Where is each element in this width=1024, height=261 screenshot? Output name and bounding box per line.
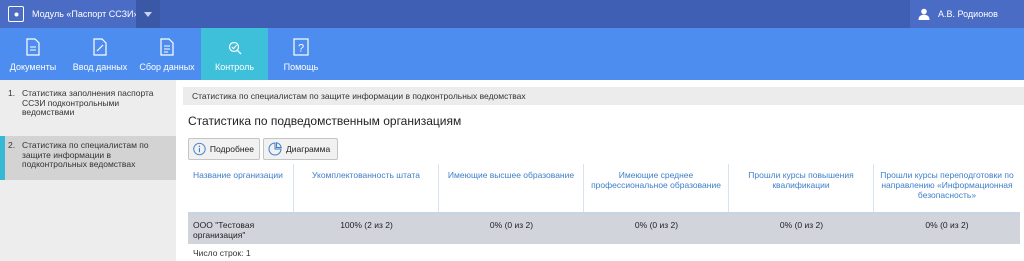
- row-count: Число строк: 1: [193, 248, 251, 258]
- svg-text:?: ?: [298, 43, 304, 55]
- tab-help[interactable]: ? Помощь: [269, 28, 333, 80]
- details-button-label: Подробнее: [209, 144, 254, 154]
- page-title: Статистика по подведомственным организац…: [188, 114, 462, 128]
- module-title: Модуль «Паспорт ССЗИ»: [32, 9, 139, 19]
- info-icon: [193, 142, 206, 156]
- details-button[interactable]: Подробнее: [188, 138, 260, 160]
- sidebar: 1. Статистика заполнения паспорта ССЗИ п…: [0, 80, 176, 261]
- tab-label: Документы: [9, 62, 57, 72]
- tab-control[interactable]: Контроль: [201, 28, 268, 80]
- table-cell: ООО "Тестовая организация": [193, 220, 255, 240]
- sidebar-item-label: Статистика по специалистам по защите инф…: [22, 140, 149, 169]
- chevron-down-icon[interactable]: [136, 0, 160, 28]
- tab-label: Контроль: [214, 62, 255, 72]
- table-header: Название организации Укомплектованность …: [188, 164, 1020, 212]
- table-cell: 0% (0 из 2): [925, 220, 969, 230]
- module-selector[interactable]: Модуль «Паспорт ССЗИ»: [0, 0, 160, 28]
- table-cell: 0% (0 из 2): [634, 220, 679, 230]
- table-cell: 0% (0 из 2): [779, 220, 824, 230]
- control-icon: [227, 37, 243, 57]
- column-header[interactable]: Имеющие высшее образование: [439, 164, 584, 212]
- module-logo-icon: [8, 6, 24, 22]
- help-icon: ?: [293, 37, 309, 57]
- top-bar: Модуль «Паспорт ССЗИ» А.В. Родионов: [0, 0, 1024, 28]
- sidebar-item-number: 2.: [8, 140, 16, 150]
- column-header[interactable]: Укомплектованность штата: [294, 164, 439, 212]
- tab-label: Сбор данных: [139, 62, 195, 72]
- breadcrumb: Статистика по специалистам по защите инф…: [183, 87, 1024, 105]
- table-row[interactable]: ООО "Тестовая организация" 100% (2 из 2)…: [188, 214, 1020, 244]
- sidebar-item-label: Статистика заполнения паспорта ССЗИ подк…: [22, 88, 154, 117]
- column-header[interactable]: Прошли курсы переподготовки по направлен…: [874, 164, 1020, 212]
- tab-data-entry[interactable]: Ввод данных: [66, 28, 134, 80]
- tab-label: Ввод данных: [72, 62, 128, 72]
- main-nav: Документы Ввод данных Сбор данных Контро…: [0, 28, 1024, 80]
- user-name: А.В. Родионов: [938, 9, 998, 19]
- tab-documents[interactable]: Документы: [0, 28, 66, 80]
- user-menu[interactable]: А.В. Родионов: [910, 0, 1024, 28]
- data-collection-icon: [159, 37, 175, 57]
- tab-label: Помощь: [283, 62, 319, 72]
- sidebar-item-number: 1.: [8, 88, 16, 98]
- document-icon: [25, 37, 41, 57]
- table-cell: 0% (0 из 2): [489, 220, 534, 230]
- user-icon: [918, 8, 930, 20]
- chart-button-label: Диаграмма: [286, 144, 331, 154]
- data-entry-icon: [92, 37, 108, 57]
- sidebar-item-specialist-statistics[interactable]: 2. Статистика по специалистам по защите …: [0, 136, 176, 180]
- chart-button[interactable]: Диаграмма: [263, 138, 338, 160]
- column-header[interactable]: Название организации: [188, 164, 294, 212]
- table-cell: 100% (2 из 2): [340, 220, 393, 230]
- column-header[interactable]: Прошли курсы повышения квалификации: [729, 164, 874, 212]
- pie-chart-icon: [268, 142, 282, 156]
- tab-data-collection[interactable]: Сбор данных: [134, 28, 200, 80]
- sidebar-item-fill-statistics[interactable]: 1. Статистика заполнения паспорта ССЗИ п…: [0, 88, 176, 118]
- column-header[interactable]: Имеющие среднее профессиональное образов…: [584, 164, 729, 212]
